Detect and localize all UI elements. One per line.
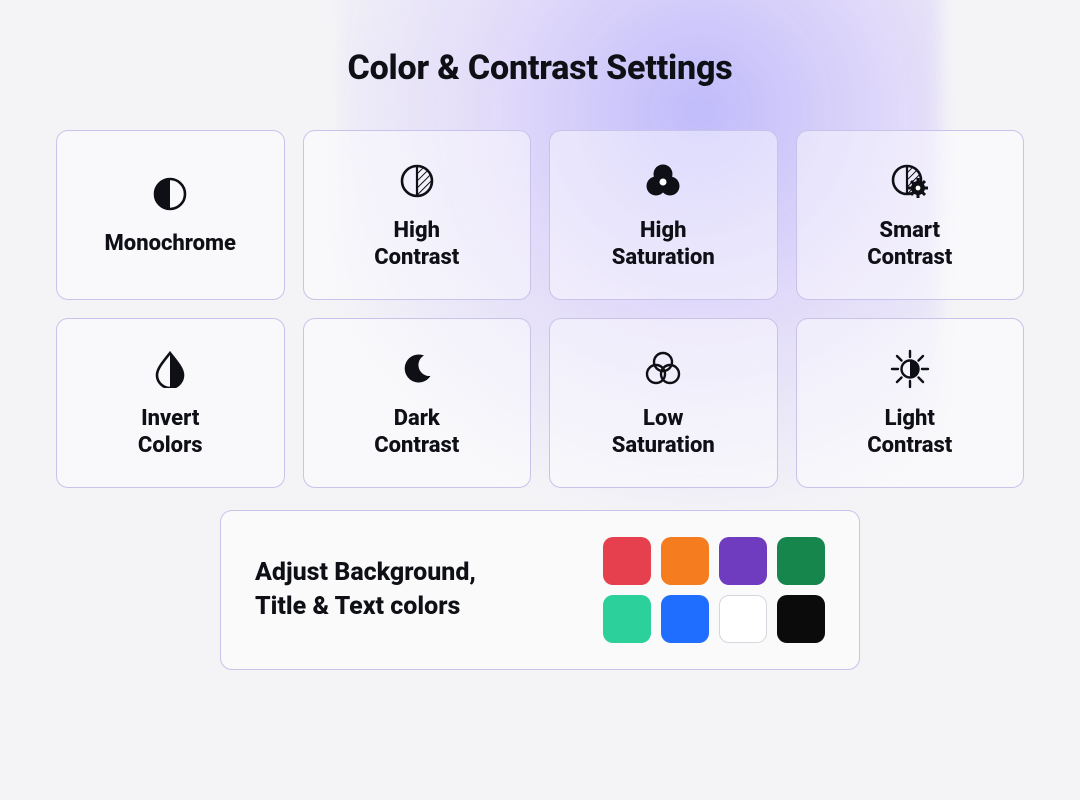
swatch-red[interactable] [603, 537, 651, 585]
swatch-green[interactable] [777, 537, 825, 585]
option-label: High Saturation [612, 217, 715, 272]
monochrome-icon [152, 172, 188, 216]
adjust-row: Adjust Background, Title & Text colors [56, 510, 1024, 670]
option-label: Low Saturation [612, 405, 715, 460]
swatch-grid [603, 537, 825, 643]
option-label: Dark Contrast [374, 405, 459, 460]
option-high-saturation[interactable]: High Saturation [549, 130, 778, 300]
option-light-contrast[interactable]: Light Contrast [796, 318, 1025, 488]
high-saturation-icon [643, 159, 683, 203]
swatch-purple[interactable] [719, 537, 767, 585]
option-label: Invert Colors [138, 405, 203, 460]
option-label: Smart Contrast [867, 217, 952, 272]
high-contrast-icon [399, 159, 435, 203]
option-label: High Contrast [374, 217, 459, 272]
option-monochrome[interactable]: Monochrome [56, 130, 285, 300]
smart-contrast-icon [889, 159, 931, 203]
option-smart-contrast[interactable]: Smart Contrast [796, 130, 1025, 300]
swatch-black[interactable] [777, 595, 825, 643]
low-saturation-icon [643, 347, 683, 391]
option-label: Light Contrast [867, 405, 952, 460]
invert-colors-icon [153, 347, 187, 391]
page-title: Color & Contrast Settings [56, 48, 1024, 88]
options-grid: Monochrome High Contrast [56, 130, 1024, 488]
swatch-blue[interactable] [661, 595, 709, 643]
swatch-white[interactable] [719, 595, 767, 643]
adjust-colors-label: Adjust Background, Title & Text colors [255, 556, 603, 624]
light-contrast-icon [890, 347, 930, 391]
option-dark-contrast[interactable]: Dark Contrast [303, 318, 532, 488]
option-label: Monochrome [105, 230, 236, 258]
swatch-orange[interactable] [661, 537, 709, 585]
swatch-teal[interactable] [603, 595, 651, 643]
dark-contrast-icon [400, 347, 434, 391]
option-high-contrast[interactable]: High Contrast [303, 130, 532, 300]
option-invert-colors[interactable]: Invert Colors [56, 318, 285, 488]
option-adjust-colors[interactable]: Adjust Background, Title & Text colors [220, 510, 860, 670]
option-low-saturation[interactable]: Low Saturation [549, 318, 778, 488]
color-contrast-settings-panel: Color & Contrast Settings Monochrome [0, 0, 1080, 800]
